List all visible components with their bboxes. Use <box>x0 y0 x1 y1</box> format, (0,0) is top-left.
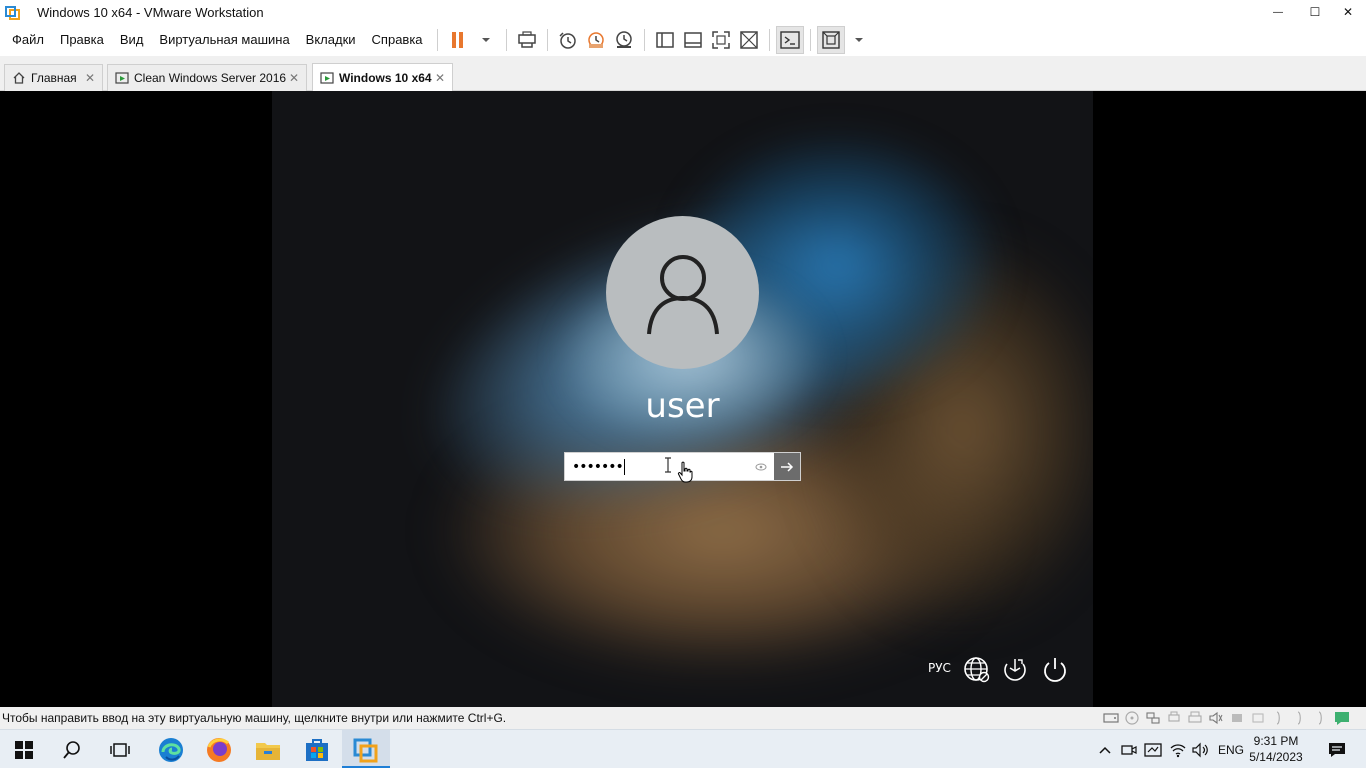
status-message: Чтобы направить ввод на эту виртуальную … <box>2 711 507 725</box>
toolbar-separator <box>436 29 438 51</box>
toolbar-separator <box>809 29 811 51</box>
cd-dvd-icon[interactable] <box>1123 710 1140 726</box>
clock-date: 5/14/2023 <box>1249 750 1303 764</box>
revert-snapshot-icon[interactable] <box>582 26 610 54</box>
windows-start-icon[interactable] <box>0 730 48 768</box>
user-avatar <box>606 216 759 369</box>
send-ctrl-alt-del-icon[interactable] <box>513 26 541 54</box>
ease-of-access-icon[interactable] <box>1001 656 1029 684</box>
username-label: user <box>645 386 720 426</box>
notification-center-icon[interactable] <box>1318 730 1356 768</box>
close-icon[interactable]: ✕ <box>289 71 299 85</box>
window-controls: — ☐ ✕ <box>1256 0 1366 24</box>
vm-running-icon <box>115 71 129 85</box>
full-screen-icon[interactable] <box>707 26 735 54</box>
vm-display[interactable]: user ••••••• РУС <box>0 91 1366 707</box>
tab-bar: Главная ✕ Clean Windows Server 2016 ✕ Wi… <box>0 56 1366 91</box>
close-button[interactable]: ✕ <box>1330 0 1366 24</box>
tab-label: Главная <box>31 71 77 85</box>
vmware-window: Windows 10 x64 - VMware Workstation — ☐ … <box>0 0 1366 768</box>
usb-device-icon[interactable] <box>1228 710 1245 726</box>
tab-label: Clean Windows Server 2016 <box>134 71 287 85</box>
vm-running-icon <box>320 71 334 85</box>
usb-device-icon[interactable] <box>1249 710 1266 726</box>
minimize-button[interactable]: — <box>1256 0 1300 24</box>
library-icon[interactable] <box>651 26 679 54</box>
task-view-icon[interactable] <box>96 730 144 768</box>
tab-label: Windows 10 x64 <box>339 70 432 85</box>
pause-icon[interactable] <box>444 26 472 54</box>
file-explorer-icon[interactable] <box>244 730 292 768</box>
volume-icon[interactable] <box>1191 730 1211 768</box>
maximize-button[interactable]: ☐ <box>1300 0 1330 24</box>
search-icon[interactable] <box>48 730 96 768</box>
language-indicator[interactable]: РУС <box>928 661 951 675</box>
text-cursor-icon <box>665 457 671 473</box>
menu-edit[interactable]: Правка <box>52 24 112 56</box>
menu-file[interactable]: Файл <box>0 24 52 56</box>
password-value: ••••••• <box>572 458 625 475</box>
bracket-icon[interactable] <box>1291 710 1308 726</box>
close-icon[interactable]: ✕ <box>435 71 445 85</box>
toolbar-separator <box>505 29 507 51</box>
device-status-icons <box>1102 710 1350 726</box>
stretch-guest-icon[interactable] <box>816 26 845 54</box>
power-icon[interactable] <box>1041 656 1069 684</box>
vmware-app-icon <box>5 4 21 20</box>
menu-view[interactable]: Вид <box>112 24 152 56</box>
unity-icon[interactable] <box>735 26 763 54</box>
bracket-icon[interactable] <box>1270 710 1287 726</box>
input-language-indicator[interactable]: ENG <box>1216 730 1246 768</box>
title-bar: Windows 10 x64 - VMware Workstation — ☐ … <box>0 0 1366 24</box>
firefox-icon[interactable] <box>195 730 243 768</box>
toolbar-separator <box>768 29 770 51</box>
tab-home[interactable]: Главная ✕ <box>4 64 103 91</box>
dropdown-arrow-icon[interactable] <box>472 26 500 54</box>
printer-icon[interactable] <box>1186 710 1203 726</box>
windows-taskbar: ENG 9:31 PM 5/14/2023 <box>0 729 1366 768</box>
tab-clean-windows-server-2016[interactable]: Clean Windows Server 2016 ✕ <box>107 64 307 91</box>
hard-disk-icon[interactable] <box>1102 710 1119 726</box>
vmware-tray-icon[interactable] <box>1143 730 1163 768</box>
message-log-icon[interactable] <box>1333 710 1350 726</box>
store-icon[interactable] <box>293 730 341 768</box>
network-adapter-icon[interactable] <box>1144 710 1161 726</box>
console-view-icon[interactable] <box>775 26 804 54</box>
clock-time: 9:31 PM <box>1253 734 1299 748</box>
toolbar-separator <box>546 29 548 51</box>
meet-now-icon[interactable] <box>1120 730 1138 768</box>
home-icon <box>12 71 26 85</box>
vmware-icon[interactable] <box>342 730 390 768</box>
network-icon[interactable] <box>963 656 991 684</box>
arrow-right-icon <box>781 461 794 472</box>
tab-windows-10-x64[interactable]: Windows 10 x64 ✕ <box>312 63 453 91</box>
window-title: Windows 10 x64 - VMware Workstation <box>37 4 264 20</box>
menu-tabs[interactable]: Вкладки <box>298 24 364 56</box>
status-bar: Чтобы направить ввод на эту виртуальную … <box>0 707 1366 729</box>
dropdown-arrow-icon[interactable] <box>845 26 873 54</box>
edge-icon[interactable] <box>147 730 195 768</box>
bracket-icon[interactable] <box>1312 710 1329 726</box>
close-icon[interactable]: ✕ <box>85 71 95 85</box>
sound-card-icon[interactable] <box>1207 710 1224 726</box>
submit-arrow-button[interactable] <box>774 453 800 480</box>
thumbnail-bar-icon[interactable] <box>679 26 707 54</box>
wifi-icon[interactable] <box>1168 730 1188 768</box>
usb-controller-icon[interactable] <box>1165 710 1182 726</box>
snapshot-icon[interactable] <box>554 26 582 54</box>
menu-vm[interactable]: Виртуальная машина <box>151 24 297 56</box>
chevron-up-icon[interactable] <box>1096 730 1114 768</box>
snapshot-manager-icon[interactable] <box>610 26 638 54</box>
hand-pointer-icon <box>677 461 693 483</box>
reveal-password-icon[interactable] <box>752 453 770 480</box>
menu-toolbar: Файл Правка Вид Виртуальная машина Вклад… <box>0 24 1366 56</box>
menu-help[interactable]: Справка <box>364 24 431 56</box>
toolbar-separator <box>643 29 645 51</box>
clock[interactable]: 9:31 PM 5/14/2023 <box>1244 733 1308 765</box>
guest-lock-screen[interactable]: user ••••••• РУС <box>272 91 1093 707</box>
user-icon <box>646 254 719 334</box>
